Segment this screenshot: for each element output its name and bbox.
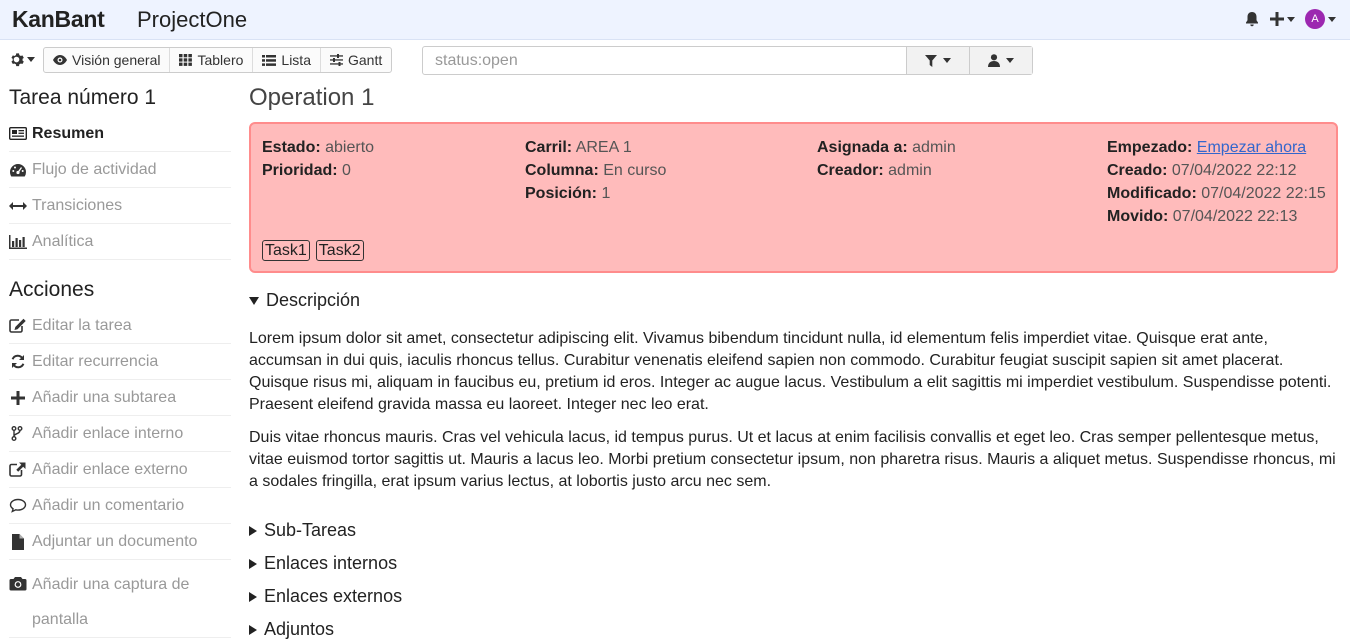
internal-links-toggle[interactable]: Enlaces internos <box>249 553 1338 574</box>
view-list-button[interactable]: Lista <box>253 48 321 72</box>
sidebar-nav: Resumen Flujo de actividad Transiciones <box>9 116 231 260</box>
task-summary-panel: Estado: abierto Prioridad: 0 Carril: ARE… <box>249 122 1338 273</box>
edit-icon <box>9 318 26 333</box>
task-sidebar: Tarea número 1 Resumen Flujo de activida… <box>9 82 231 638</box>
refresh-icon <box>11 354 25 369</box>
summary-icon <box>9 127 27 140</box>
task-main: Operation 1 Estado: abierto Prioridad: 0… <box>249 82 1338 640</box>
description-toggle[interactable]: Descripción <box>249 290 1338 311</box>
action-edit-recurrence[interactable]: Editar recurrencia <box>9 344 231 380</box>
chevron-down-icon <box>1287 16 1295 22</box>
moved-date: 07/04/2022 22:13 <box>1172 208 1298 225</box>
user-filter-dropdown-button[interactable] <box>969 47 1032 74</box>
sidebar-item-analytics[interactable]: Analítica <box>9 224 231 260</box>
view-overview-button[interactable]: Visión general <box>44 48 171 72</box>
start-now-link[interactable]: Empezar ahora <box>1197 139 1306 156</box>
avatar: A <box>1305 9 1325 29</box>
project-name[interactable]: ProjectOne <box>137 7 247 33</box>
board-icon <box>179 54 193 66</box>
project-settings-menu[interactable] <box>9 52 35 67</box>
action-add-screenshot[interactable]: Añadir una captura de pantalla <box>9 560 231 638</box>
task-title: Operation 1 <box>249 84 375 111</box>
action-edit-task[interactable]: Editar la tarea <box>9 308 231 344</box>
dashboard-icon <box>10 163 27 176</box>
create-menu-button[interactable] <box>1270 12 1295 26</box>
triangle-right-icon <box>249 591 257 602</box>
notifications-button[interactable] <box>1244 11 1260 28</box>
triangle-down-icon <box>249 296 259 305</box>
bar-chart-icon <box>9 234 27 249</box>
action-attach-document[interactable]: Adjuntar un documento <box>9 524 231 560</box>
eye-icon <box>53 55 67 65</box>
view-gantt-button[interactable]: Gantt <box>321 48 391 72</box>
summary-column-people: Asignada a: admin Creador: admin <box>817 139 956 179</box>
sidebar-item-activity[interactable]: Flujo de actividad <box>9 152 231 188</box>
sliders-icon <box>329 54 343 66</box>
file-icon <box>12 533 24 550</box>
view-switcher: Visión general Tablero Lista Gantt <box>43 47 393 73</box>
summary-column-dates: Empezado: Empezar ahora Creado: 07/04/20… <box>1107 139 1326 225</box>
action-add-external-link[interactable]: Añadir enlace externo <box>9 452 231 488</box>
priority-value: 0 <box>342 162 351 179</box>
column-value: En curso <box>603 162 667 179</box>
action-add-internal-link[interactable]: Añadir enlace interno <box>9 416 231 452</box>
code-fork-icon <box>11 426 23 441</box>
filter-dropdown-button[interactable] <box>906 47 969 74</box>
triangle-right-icon <box>249 525 257 536</box>
triangle-right-icon <box>249 624 257 635</box>
creator-value: admin <box>888 162 932 179</box>
tag: Task1 <box>262 240 310 261</box>
action-add-comment[interactable]: Añadir un comentario <box>9 488 231 524</box>
actions-title: Acciones <box>9 278 95 301</box>
triangle-right-icon <box>249 558 257 569</box>
actions-list: Editar la tarea Editar recurrencia Añadi… <box>9 308 231 638</box>
chevron-down-icon <box>1328 16 1336 22</box>
chevron-down-icon <box>1006 58 1014 63</box>
brand-logo[interactable]: KanBant <box>12 6 105 33</box>
description-paragraph: Lorem ipsum dolor sit amet, consectetur … <box>249 330 1332 413</box>
external-links-toggle[interactable]: Enlaces externos <box>249 586 1338 607</box>
plus-icon <box>1270 12 1284 26</box>
task-tags: Task1 Task2 <box>262 240 364 261</box>
swimlane-value: AREA 1 <box>575 139 632 156</box>
attachments-toggle[interactable]: Adjuntos <box>249 619 1338 640</box>
chevron-down-icon <box>943 58 951 63</box>
bell-icon <box>1246 11 1258 26</box>
sidebar-item-transitions[interactable]: Transiciones <box>9 188 231 224</box>
summary-column-location: Carril: AREA 1 Columna: En curso Posició… <box>525 139 667 202</box>
header-actions: A <box>1244 9 1336 29</box>
tag: Task2 <box>315 240 364 261</box>
plus-icon <box>11 390 25 405</box>
description-paragraph: Duis vitae rhoncus mauris. Cras vel vehi… <box>249 429 1336 490</box>
list-icon <box>262 54 277 66</box>
action-add-subtask[interactable]: Añadir una subtarea <box>9 380 231 416</box>
user-icon <box>988 54 1000 67</box>
assignee-value: admin <box>912 139 956 156</box>
search-bar <box>422 46 1033 75</box>
filter-icon <box>925 54 937 67</box>
sidebar-title: Tarea número 1 <box>9 86 157 109</box>
created-date: 07/04/2022 22:12 <box>1171 162 1297 179</box>
search-input[interactable] <box>423 47 906 74</box>
comment-icon <box>9 498 27 513</box>
summary-column-status: Estado: abierto Prioridad: 0 <box>262 139 375 179</box>
status-value: abierto <box>325 139 375 156</box>
subtasks-toggle[interactable]: Sub-Tareas <box>249 520 1338 541</box>
sidebar-item-summary[interactable]: Resumen <box>9 116 231 152</box>
top-header: KanBant ProjectOne A <box>0 0 1350 40</box>
external-link-icon <box>9 462 26 477</box>
arrows-h-icon <box>9 201 27 210</box>
chevron-down-icon <box>27 57 35 62</box>
user-menu-button[interactable]: A <box>1305 9 1336 29</box>
position-value: 1 <box>601 185 611 202</box>
view-board-button[interactable]: Tablero <box>170 48 254 72</box>
camera-icon <box>9 577 27 591</box>
modified-date: 07/04/2022 22:15 <box>1201 185 1326 202</box>
gear-icon <box>11 53 24 67</box>
